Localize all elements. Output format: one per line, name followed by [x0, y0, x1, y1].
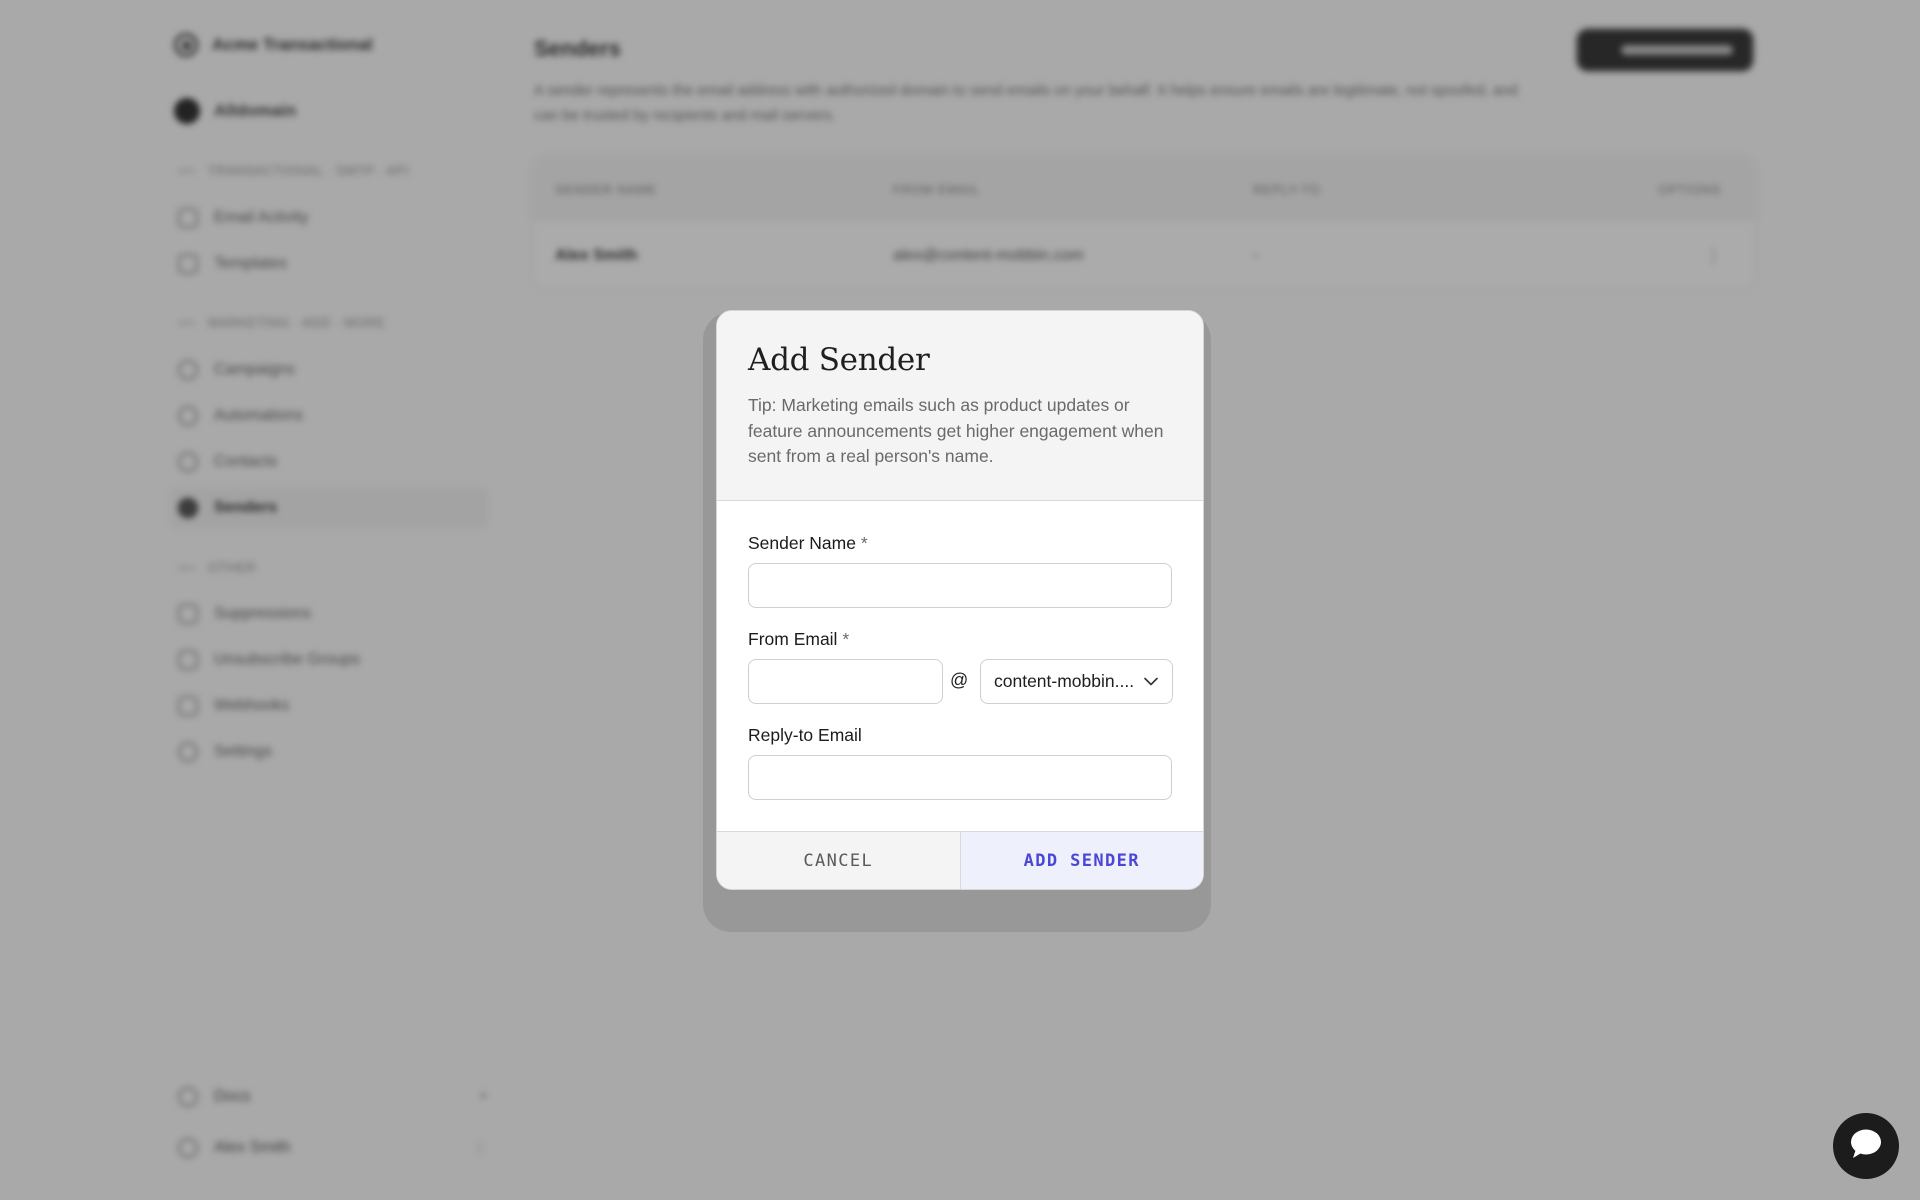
- from-email-label: From Email *: [748, 629, 849, 650]
- chat-bubble-icon: [1849, 1128, 1883, 1165]
- at-sign: @: [950, 670, 969, 690]
- chat-widget-button[interactable]: [1833, 1113, 1899, 1179]
- domain-select[interactable]: content-mobbin....: [980, 659, 1173, 704]
- modal-footer: CANCEL ADD SENDER: [717, 831, 1203, 889]
- add-sender-button[interactable]: ADD SENDER: [960, 832, 1203, 889]
- from-email-local-input[interactable]: [748, 659, 943, 704]
- required-mark: *: [842, 629, 850, 649]
- add-sender-dialog: Add Sender Tip: Marketing emails such as…: [716, 310, 1204, 890]
- field-label-text: From Email: [748, 629, 838, 649]
- reply-to-label: Reply-to Email: [748, 725, 862, 746]
- modal-title: Add Sender: [748, 342, 930, 378]
- modal-tip: Tip: Marketing emails such as product up…: [748, 395, 1164, 466]
- field-label-text: Reply-to Email: [748, 725, 862, 745]
- modal-header: Add Sender Tip: Marketing emails such as…: [717, 311, 1203, 501]
- sender-name-input[interactable]: [748, 563, 1172, 608]
- reply-to-input[interactable]: [748, 755, 1172, 800]
- cancel-button[interactable]: CANCEL: [717, 832, 961, 889]
- chevron-down-icon: [1143, 674, 1159, 690]
- sender-name-label: Sender Name *: [748, 533, 868, 554]
- required-mark: *: [860, 533, 868, 553]
- field-label-text: Sender Name: [748, 533, 856, 553]
- domain-select-value: content-mobbin....: [994, 671, 1135, 691]
